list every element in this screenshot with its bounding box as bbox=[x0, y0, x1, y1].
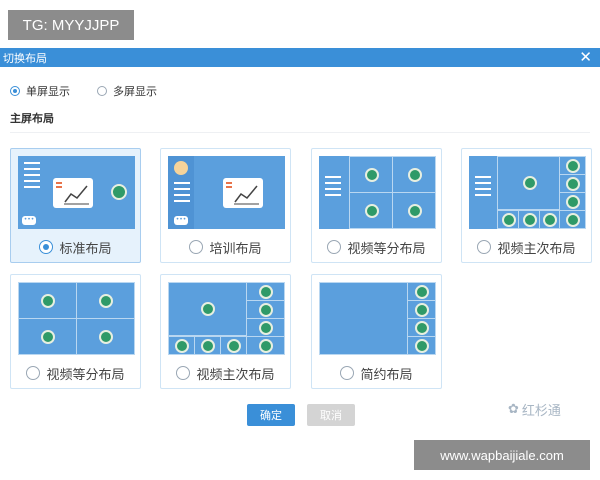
single-screen-label: 单屏显示 bbox=[26, 85, 70, 98]
layout-preview: ••• bbox=[168, 156, 285, 229]
camera-icon bbox=[41, 294, 55, 308]
layout-label: 培训布局 bbox=[209, 241, 262, 257]
layout-radio-video-primary[interactable] bbox=[477, 240, 492, 254]
layout-label: 视频等分布局 bbox=[347, 241, 426, 257]
camera-icon bbox=[259, 303, 273, 317]
camera-icon bbox=[259, 321, 273, 335]
layout-caption: 简约布局 bbox=[312, 361, 441, 385]
layout-preview bbox=[469, 156, 586, 229]
dialog-titlebar: 切换布局 ✕ bbox=[0, 48, 600, 67]
whiteboard-icon bbox=[223, 178, 263, 208]
layout-card-video-primary-2[interactable]: 视频主次布局 bbox=[160, 274, 291, 389]
layout-card-video-primary[interactable]: 视频主次布局 bbox=[461, 148, 592, 263]
camera-icon bbox=[566, 177, 580, 191]
chat-icon: ••• bbox=[22, 216, 36, 225]
website-label: www.wapbaijiale.com bbox=[414, 440, 590, 470]
layout-label: 简约布局 bbox=[360, 367, 413, 383]
camera-icon bbox=[175, 339, 189, 353]
camera-icon bbox=[259, 339, 273, 353]
layout-caption: 标准布局 bbox=[11, 235, 140, 259]
chat-icon: ••• bbox=[174, 216, 188, 225]
layout-label: 视频等分布局 bbox=[46, 367, 125, 383]
layout-caption: 视频等分布局 bbox=[11, 361, 140, 385]
camera-icon bbox=[365, 168, 379, 182]
camera-icon bbox=[523, 213, 537, 227]
layout-preview bbox=[168, 282, 285, 355]
list-icon bbox=[174, 182, 190, 206]
camera-icon bbox=[408, 168, 422, 182]
single-screen-radio[interactable] bbox=[10, 86, 20, 96]
camera-icon bbox=[365, 204, 379, 218]
camera-icon bbox=[502, 213, 516, 227]
camera-icon bbox=[227, 339, 241, 353]
avatar-icon bbox=[174, 161, 188, 175]
layout-caption: 视频主次布局 bbox=[462, 235, 591, 259]
section-title: 主屏布局 bbox=[10, 112, 54, 125]
camera-icon bbox=[566, 213, 580, 227]
multi-screen-label: 多屏显示 bbox=[113, 85, 157, 98]
close-icon[interactable]: ✕ bbox=[579, 48, 592, 67]
layout-card-video-equal[interactable]: 视频等分布局 bbox=[311, 148, 442, 263]
layout-card-simple[interactable]: 简约布局 bbox=[311, 274, 442, 389]
camera-icon bbox=[201, 339, 215, 353]
divider bbox=[10, 132, 590, 133]
camera-icon bbox=[408, 204, 422, 218]
layout-preview bbox=[18, 282, 135, 355]
layout-card-standard[interactable]: ••• 标准布局 bbox=[10, 148, 141, 263]
single-screen-option[interactable]: 单屏显示 bbox=[10, 83, 70, 99]
cancel-button[interactable]: 取消 bbox=[307, 404, 355, 426]
list-icon bbox=[475, 176, 491, 200]
layout-radio-video-equal-2[interactable] bbox=[26, 366, 41, 380]
camera-icon bbox=[543, 213, 557, 227]
camera-icon bbox=[415, 321, 429, 335]
layout-label: 视频主次布局 bbox=[497, 241, 576, 257]
camera-icon bbox=[566, 159, 580, 173]
layout-caption: 视频主次布局 bbox=[161, 361, 290, 385]
layout-label: 视频主次布局 bbox=[196, 367, 275, 383]
whiteboard-icon bbox=[53, 178, 93, 208]
layout-radio-standard[interactable] bbox=[39, 240, 54, 254]
brand-watermark-text: 红杉通 bbox=[521, 404, 561, 419]
confirm-button[interactable]: 确定 bbox=[247, 404, 295, 426]
layout-preview: ••• bbox=[18, 156, 135, 229]
layout-radio-video-equal[interactable] bbox=[327, 240, 342, 254]
camera-icon bbox=[111, 184, 127, 200]
camera-icon bbox=[99, 330, 113, 344]
dialog-title: 切换布局 bbox=[3, 52, 47, 65]
brand-logo-icon: ✿ bbox=[508, 402, 519, 417]
layout-radio-training[interactable] bbox=[189, 240, 204, 254]
list-icon bbox=[325, 176, 341, 200]
multi-screen-radio[interactable] bbox=[97, 86, 107, 96]
camera-icon bbox=[415, 303, 429, 317]
layout-card-video-equal-2[interactable]: 视频等分布局 bbox=[10, 274, 141, 389]
switch-layout-dialog: 切换布局 ✕ 单屏显示 多屏显示 主屏布局 ••• 标准布局 ••• 培训布局 … bbox=[0, 48, 600, 438]
layout-preview bbox=[319, 282, 436, 355]
camera-icon bbox=[259, 285, 273, 299]
multi-screen-option[interactable]: 多屏显示 bbox=[97, 83, 157, 99]
layout-caption: 视频等分布局 bbox=[312, 235, 441, 259]
layout-caption: 培训布局 bbox=[161, 235, 290, 259]
camera-icon bbox=[41, 330, 55, 344]
camera-icon bbox=[415, 285, 429, 299]
tg-label: TG: MYYJJPP bbox=[8, 10, 134, 40]
camera-icon bbox=[566, 195, 580, 209]
list-icon bbox=[24, 162, 40, 192]
camera-icon bbox=[201, 302, 215, 316]
layout-radio-simple[interactable] bbox=[340, 366, 355, 380]
layout-preview bbox=[319, 156, 436, 229]
layout-radio-video-primary-2[interactable] bbox=[176, 366, 191, 380]
layout-label: 标准布局 bbox=[59, 241, 112, 257]
layout-card-training[interactable]: ••• 培训布局 bbox=[160, 148, 291, 263]
camera-icon bbox=[99, 294, 113, 308]
camera-icon bbox=[415, 339, 429, 353]
brand-watermark: ✿ 红杉通 bbox=[508, 400, 561, 419]
camera-icon bbox=[523, 176, 537, 190]
